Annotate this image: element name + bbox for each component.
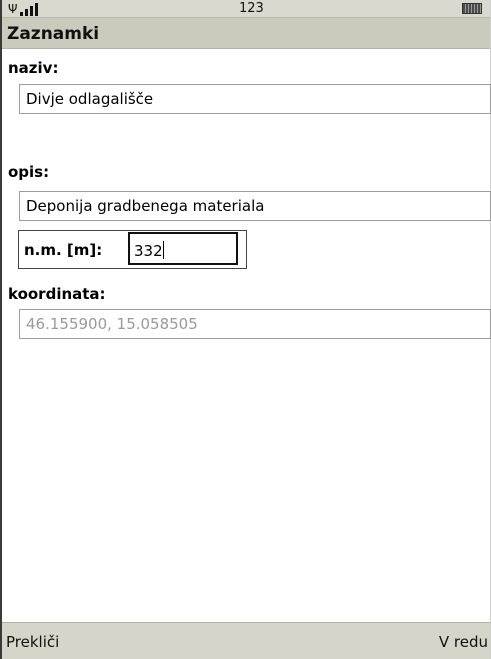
koordinata-label: koordinata: [8, 285, 106, 303]
page-title: Zaznamki [7, 24, 100, 44]
naziv-label: naziv: [8, 59, 59, 77]
status-indicator: 123 [239, 1, 264, 16]
battery-icon [462, 3, 482, 14]
ok-softkey[interactable]: V redu [439, 633, 488, 651]
softkey-bar: Prekliči V redu [2, 622, 490, 659]
antenna-signal-icon: Ψ [8, 1, 39, 16]
elevation-label: n.m. [m]: [24, 241, 103, 259]
elevation-field[interactable]: 332 [128, 232, 238, 265]
phone-screen: Ψ 123 Zaznamki naziv: Divje odlagališče … [0, 0, 491, 659]
title-bar: Zaznamki [2, 18, 490, 49]
cancel-softkey[interactable]: Prekliči [6, 633, 59, 651]
koordinata-field: 46.155900, 15.058505 [19, 309, 491, 339]
status-bar: Ψ 123 [2, 0, 490, 18]
opis-field[interactable]: Deponija gradbenega materiala [19, 191, 491, 221]
elevation-value: 332 [134, 242, 163, 260]
naziv-field[interactable]: Divje odlagališče [19, 84, 491, 114]
elevation-row: n.m. [m]: 332 [18, 230, 247, 269]
opis-label: opis: [8, 163, 50, 181]
text-caret [162, 241, 164, 259]
